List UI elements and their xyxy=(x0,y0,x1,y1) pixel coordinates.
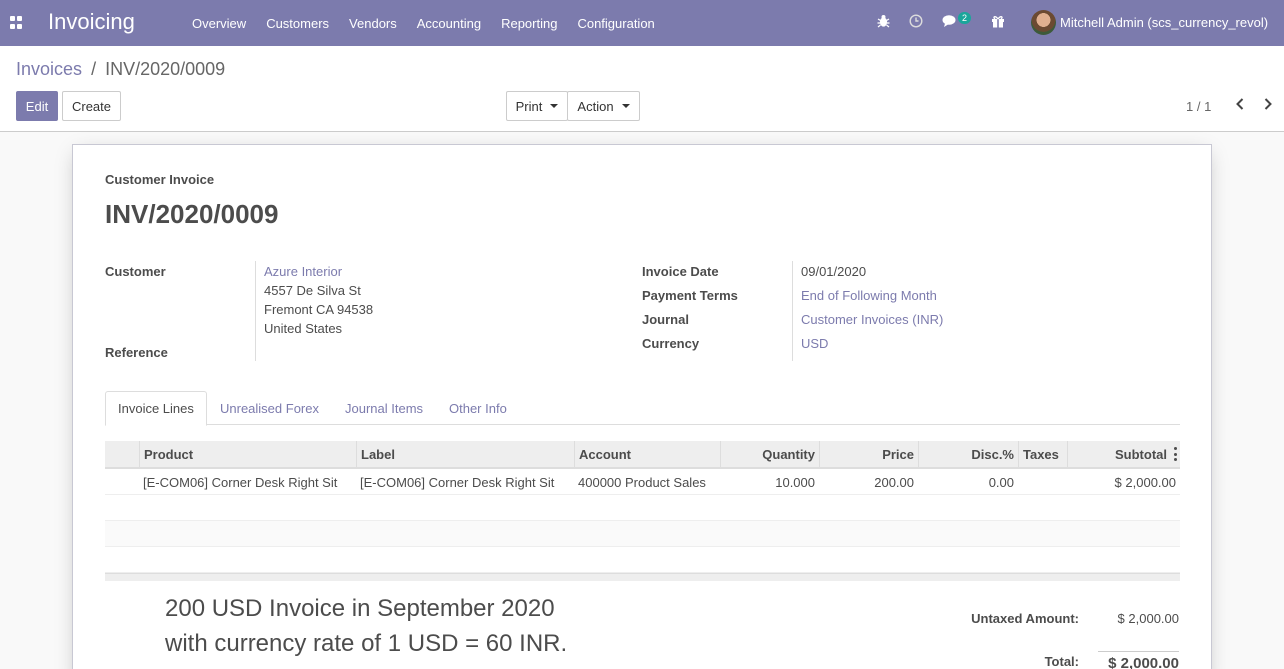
menu-item-reporting[interactable]: Reporting xyxy=(491,16,567,31)
journal-label: Journal xyxy=(642,312,689,327)
menu-item-customers[interactable]: Customers xyxy=(256,16,339,31)
note-line-2: with currency rate of 1 USD = 60 INR. xyxy=(165,630,568,657)
action-dropdown[interactable]: Action xyxy=(567,91,640,121)
customer-link[interactable]: Azure Interior xyxy=(264,264,342,279)
customer-address-line1: 4557 De Silva St xyxy=(264,283,361,298)
column-header-discount[interactable]: Disc.% xyxy=(918,441,1018,467)
top-navbar: Invoicing Overview Customers Vendors Acc… xyxy=(0,0,1284,46)
untaxed-amount-value: $ 2,000.00 xyxy=(1117,611,1179,626)
action-label: Action xyxy=(577,98,614,114)
invoice-date-label: Invoice Date xyxy=(642,264,719,279)
customer-label: Customer xyxy=(105,264,166,279)
tab-invoice-lines[interactable]: Invoice Lines xyxy=(105,391,207,426)
menu-item-accounting[interactable]: Accounting xyxy=(407,16,491,31)
invoice-type-label: Customer Invoice xyxy=(105,172,215,187)
user-menu[interactable]: Mitchell Admin (scs_currency_revol) xyxy=(1060,15,1268,30)
apps-menu-icon[interactable] xyxy=(10,16,23,29)
messages-icon[interactable] xyxy=(942,14,958,31)
row-price: 200.00 xyxy=(874,474,914,490)
total-value: $ 2,000.00 xyxy=(1098,651,1179,669)
caret-down-icon xyxy=(550,104,559,108)
breadcrumb-current: INV/2020/0009 xyxy=(105,59,226,79)
row-quantity: 10.000 xyxy=(775,474,815,490)
user-avatar[interactable] xyxy=(1031,10,1056,35)
optional-columns-icon[interactable] xyxy=(1173,447,1177,461)
reference-label: Reference xyxy=(105,345,168,360)
activity-clock-icon[interactable] xyxy=(909,14,923,31)
table-row-empty xyxy=(105,547,1180,573)
breadcrumb-separator: / xyxy=(91,59,97,79)
print-dropdown[interactable]: Print xyxy=(506,91,568,121)
table-header: Product Label Account Quantity Price Dis… xyxy=(105,441,1180,469)
handle-column-header xyxy=(105,441,139,467)
invoice-lines-table: Product Label Account Quantity Price Dis… xyxy=(105,441,1180,581)
column-header-product[interactable]: Product xyxy=(139,441,356,467)
gift-icon[interactable] xyxy=(991,14,1005,31)
total-label: Total: xyxy=(1044,654,1079,669)
print-label: Print xyxy=(515,98,543,114)
table-row[interactable]: [E-COM06] Corner Desk Right Sit [E-COM06… xyxy=(105,469,1180,495)
payment-terms-label: Payment Terms xyxy=(642,288,738,303)
caret-down-icon xyxy=(621,104,630,108)
column-header-quantity[interactable]: Quantity xyxy=(720,441,819,467)
note-line-1: 200 USD Invoice in September 2020 xyxy=(165,595,555,622)
customer-address-line3: United States xyxy=(264,321,343,336)
table-footer xyxy=(105,573,1180,581)
pager-next-icon[interactable] xyxy=(1262,97,1274,116)
messages-count-badge: 2 xyxy=(958,12,972,24)
row-product: [E-COM06] Corner Desk Right Sit xyxy=(143,474,338,490)
payment-terms-link[interactable]: End of Following Month xyxy=(801,288,937,303)
row-label: [E-COM06] Corner Desk Right Sit xyxy=(360,474,555,490)
create-button[interactable]: Create xyxy=(62,91,121,121)
field-divider xyxy=(792,261,793,361)
column-header-price[interactable]: Price xyxy=(819,441,918,467)
table-row-empty xyxy=(105,521,1180,547)
edit-button[interactable]: Edit xyxy=(16,91,58,121)
currency-label: Currency xyxy=(642,336,700,351)
main-menu: Overview Customers Vendors Accounting Re… xyxy=(182,0,665,46)
app-name[interactable]: Invoicing xyxy=(48,9,135,35)
column-header-subtotal[interactable]: Subtotal xyxy=(1067,441,1180,467)
table-row-empty xyxy=(105,495,1180,521)
notebook-tabs: Invoice Lines Unrealised Forex Journal I… xyxy=(105,391,1180,426)
customer-address-line2: Fremont CA 94538 xyxy=(264,302,374,317)
tab-other-info[interactable]: Other Info xyxy=(437,391,519,425)
field-divider xyxy=(255,261,256,361)
tab-unrealised-forex[interactable]: Unrealised Forex xyxy=(208,391,331,425)
row-account: 400000 Product Sales xyxy=(578,474,706,490)
column-header-taxes[interactable]: Taxes xyxy=(1018,441,1067,467)
menu-item-overview[interactable]: Overview xyxy=(182,16,256,31)
column-header-account[interactable]: Account xyxy=(574,441,720,467)
invoice-form-sheet: Customer Invoice INV/2020/0009 Customer … xyxy=(72,144,1212,669)
row-subtotal: $ 2,000.00 xyxy=(1114,474,1176,490)
pager-value[interactable]: 1 / 1 xyxy=(1186,99,1211,114)
row-taxes xyxy=(1018,469,1067,495)
menu-item-configuration[interactable]: Configuration xyxy=(567,16,664,31)
control-panel: Invoices / INV/2020/0009 Edit Create Pri… xyxy=(0,46,1284,132)
breadcrumb: Invoices / INV/2020/0009 xyxy=(16,59,225,80)
pager-previous-icon[interactable] xyxy=(1234,97,1246,116)
invoice-date-value: 09/01/2020 xyxy=(801,264,867,279)
menu-item-vendors[interactable]: Vendors xyxy=(339,16,407,31)
column-header-label[interactable]: Label xyxy=(356,441,574,467)
journal-link[interactable]: Customer Invoices (INR) xyxy=(801,312,943,327)
bug-icon[interactable] xyxy=(877,14,890,31)
invoice-number: INV/2020/0009 xyxy=(105,199,279,229)
breadcrumb-invoices-link[interactable]: Invoices xyxy=(16,59,82,79)
row-discount: 0.00 xyxy=(988,474,1014,490)
currency-link[interactable]: USD xyxy=(801,336,828,351)
tab-journal-items[interactable]: Journal Items xyxy=(333,391,435,425)
untaxed-amount-label: Untaxed Amount: xyxy=(971,611,1079,626)
invoice-note: 200 USD Invoice in September 2020 with c… xyxy=(165,591,567,661)
